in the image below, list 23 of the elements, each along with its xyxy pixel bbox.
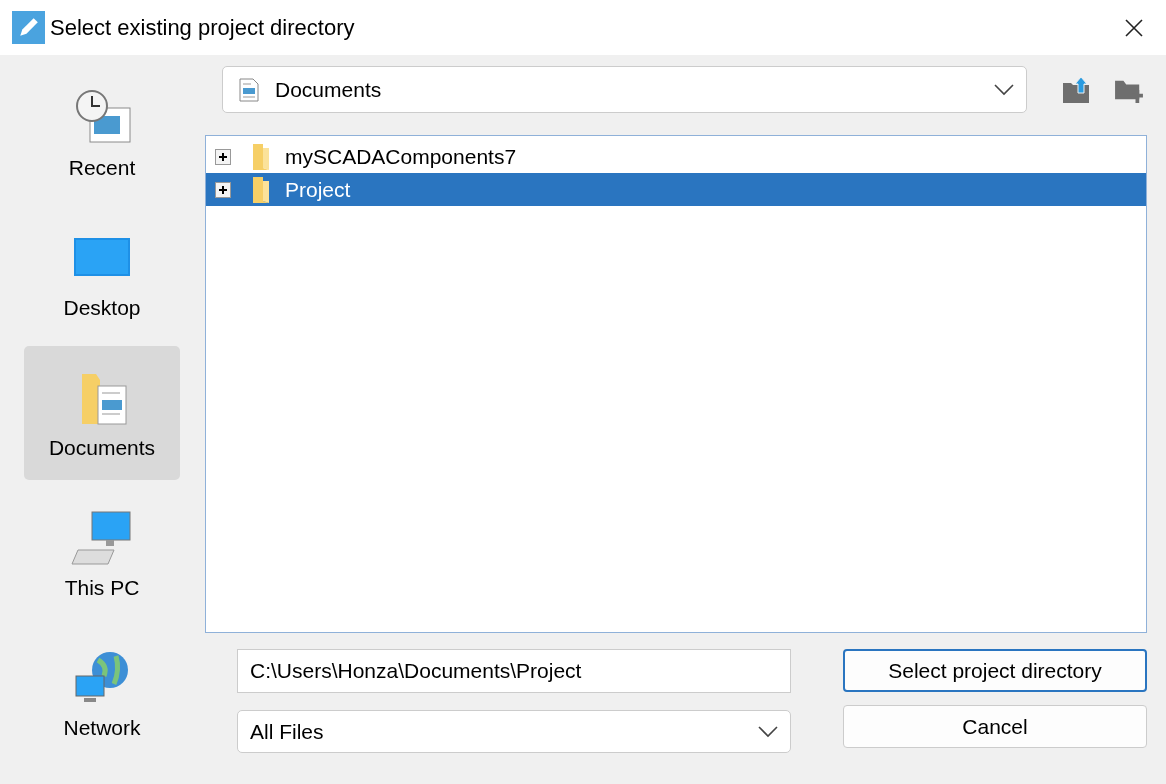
document-icon — [239, 77, 259, 102]
folder-icon — [251, 174, 271, 205]
expand-icon[interactable] — [215, 148, 231, 165]
folder-row[interactable]: Project — [206, 173, 1146, 206]
chevron-down-icon — [758, 725, 778, 738]
close-icon[interactable] — [1124, 17, 1144, 38]
pencil-icon — [12, 11, 45, 44]
sidebar-item[interactable]: Network — [24, 626, 180, 760]
sidebar-item[interactable]: Documents — [24, 346, 180, 480]
folder-row[interactable]: mySCADAComponents7 — [206, 140, 1146, 173]
window-title: Select existing project directory — [50, 14, 356, 41]
sidebar-item[interactable]: Recent — [24, 66, 180, 200]
sidebar-item[interactable]: Desktop — [24, 206, 180, 340]
expand-icon[interactable] — [215, 181, 231, 198]
path-field[interactable]: C:\Users\Honza\Documents\Project — [237, 649, 791, 693]
cancel-button[interactable]: Cancel — [843, 705, 1147, 748]
select-button[interactable]: Select project directory — [843, 649, 1147, 692]
location-dropdown[interactable]: Documents — [222, 66, 1027, 113]
sidebar-item[interactable]: This PC — [24, 486, 180, 620]
chevron-down-icon — [994, 83, 1014, 96]
folder-icon — [251, 141, 271, 172]
folder-up-icon[interactable] — [1063, 76, 1091, 103]
file-type-dropdown[interactable]: All Files — [237, 710, 791, 753]
